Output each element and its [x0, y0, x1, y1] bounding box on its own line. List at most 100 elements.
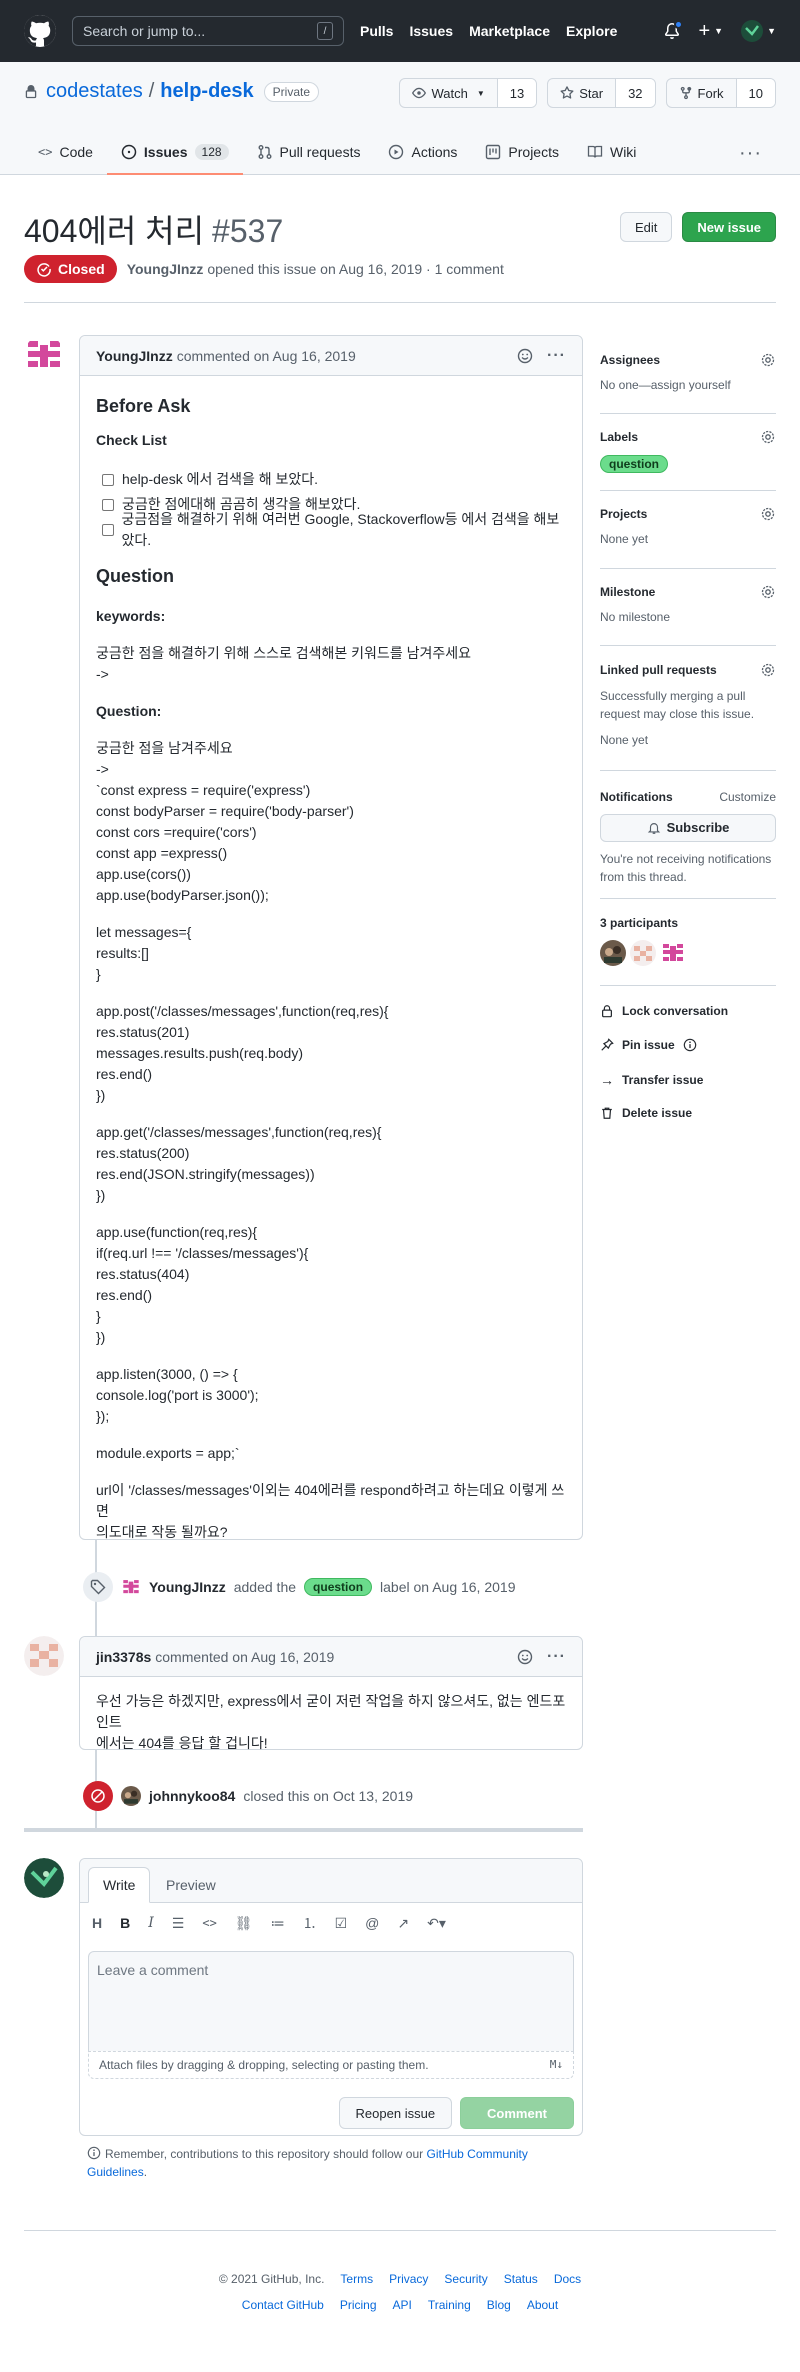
- gear-icon[interactable]: [760, 662, 776, 678]
- code-icon[interactable]: <>: [202, 1916, 216, 1930]
- comment-meta[interactable]: commented on Aug 16, 2019: [155, 1649, 334, 1665]
- comment-meta[interactable]: commented on Aug 16, 2019: [177, 348, 356, 364]
- event-text[interactable]: label on Aug 16, 2019: [380, 1579, 515, 1595]
- gear-icon[interactable]: [760, 506, 776, 522]
- gear-icon[interactable]: [760, 429, 776, 445]
- quote-icon[interactable]: ☰: [172, 1915, 185, 1932]
- event-actor-link[interactable]: YoungJInzz: [149, 1579, 226, 1595]
- more-tabs-icon[interactable]: ···: [739, 142, 762, 165]
- watch-button[interactable]: Watch ▼: [400, 79, 498, 107]
- tab-projects[interactable]: Projects: [471, 129, 573, 175]
- avatar-johnnykoo84[interactable]: [600, 940, 626, 966]
- star-count[interactable]: 32: [616, 79, 655, 107]
- footer-link-privacy[interactable]: Privacy: [389, 2272, 428, 2286]
- ordered-list-icon[interactable]: ⒈: [303, 1913, 317, 1933]
- markdown-icon[interactable]: M↓: [550, 2058, 563, 2072]
- nav-pulls[interactable]: Pulls: [360, 23, 393, 39]
- avatar-youngjinzz[interactable]: [24, 335, 64, 375]
- user-menu[interactable]: ▼: [741, 20, 776, 42]
- unordered-list-icon[interactable]: ≔: [271, 1915, 285, 1932]
- comment-author-link[interactable]: jin3378s: [96, 1649, 151, 1665]
- star-button[interactable]: Star: [548, 79, 617, 107]
- avatar-jin3378s[interactable]: [630, 940, 656, 966]
- text-line: console.log('port is 3000');: [96, 1387, 259, 1403]
- task-checkbox[interactable]: [102, 473, 114, 486]
- footer-link-blog[interactable]: Blog: [487, 2298, 511, 2312]
- footer-link-terms[interactable]: Terms: [340, 2272, 373, 2286]
- lock-conversation-link[interactable]: Lock conversation: [600, 1004, 728, 1018]
- tab-actions[interactable]: Actions: [374, 129, 471, 175]
- footer-link-docs[interactable]: Docs: [554, 2272, 581, 2286]
- watch-count[interactable]: 13: [497, 79, 537, 107]
- gear-icon[interactable]: [760, 352, 776, 368]
- edit-button[interactable]: Edit: [620, 212, 673, 242]
- tab-write[interactable]: Write: [88, 1867, 151, 1903]
- comment-button[interactable]: Comment: [460, 2097, 574, 2129]
- avatar-jin3378s[interactable]: [24, 1636, 64, 1676]
- kebab-menu-icon[interactable]: ···: [547, 347, 566, 365]
- guidelines-link[interactable]: Guidelines: [87, 2165, 144, 2179]
- assignees-value[interactable]: No one—assign yourself: [600, 378, 776, 392]
- mention-icon[interactable]: @: [365, 1915, 379, 1931]
- italic-icon[interactable]: I: [148, 1915, 154, 1931]
- smiley-icon[interactable]: [517, 348, 533, 364]
- task-checkbox[interactable]: [102, 498, 114, 511]
- repo-owner-link[interactable]: codestates: [46, 80, 143, 103]
- nav-issues[interactable]: Issues: [409, 23, 453, 39]
- avatar-johnnykoo84[interactable]: [121, 1786, 141, 1806]
- label-question[interactable]: question: [304, 1578, 373, 1596]
- link-icon[interactable]: ⛓: [235, 1915, 253, 1932]
- heading-icon[interactable]: H: [92, 1915, 102, 1931]
- avatar-youngjinzz-small[interactable]: [660, 940, 686, 966]
- nav-explore[interactable]: Explore: [566, 23, 617, 39]
- tab-preview[interactable]: Preview: [152, 1867, 230, 1903]
- fork-button[interactable]: Fork: [667, 79, 737, 107]
- label-question[interactable]: question: [600, 455, 668, 473]
- footer-link-contact[interactable]: Contact GitHub: [242, 2298, 324, 2312]
- reopen-issue-button[interactable]: Reopen issue: [338, 2097, 453, 2129]
- tab-issues[interactable]: Issues 128: [106, 129, 243, 175]
- avatar-current-user[interactable]: [24, 1858, 64, 1898]
- reply-icon[interactable]: ↶▾: [427, 1915, 446, 1932]
- footer-link-security[interactable]: Security: [444, 2272, 487, 2286]
- issue-author-link[interactable]: YoungJInzz: [127, 261, 204, 277]
- footer-link-api[interactable]: API: [393, 2298, 412, 2312]
- pin-issue-link[interactable]: Pin issue: [600, 1038, 697, 1052]
- footer-link-status[interactable]: Status: [504, 2272, 538, 2286]
- attach-files-bar[interactable]: Attach files by dragging & dropping, sel…: [88, 2051, 574, 2079]
- event-actor-link[interactable]: johnnykoo84: [149, 1788, 235, 1804]
- create-new-menu[interactable]: + ▼: [698, 21, 723, 41]
- kebab-menu-icon[interactable]: ···: [547, 1648, 566, 1666]
- transfer-issue-link[interactable]: → Transfer issue: [600, 1072, 703, 1088]
- new-issue-button[interactable]: New issue: [682, 212, 776, 242]
- tab-wiki[interactable]: Wiki: [573, 129, 650, 175]
- tab-pull-requests[interactable]: Pull requests: [243, 129, 375, 175]
- bold-icon[interactable]: B: [120, 1915, 130, 1931]
- subscribe-button[interactable]: Subscribe: [600, 814, 776, 842]
- search-input[interactable]: Search or jump to... /: [72, 16, 344, 46]
- community-link[interactable]: GitHub Community: [427, 2147, 528, 2161]
- event-text[interactable]: closed this on Oct 13, 2019: [243, 1788, 413, 1804]
- fork-count[interactable]: 10: [736, 79, 775, 107]
- delete-issue-link[interactable]: Delete issue: [600, 1106, 692, 1120]
- customize-link[interactable]: Customize: [719, 788, 776, 806]
- github-logo-icon[interactable]: [24, 15, 56, 47]
- text-line: const app =express(): [96, 845, 228, 861]
- cross-reference-icon[interactable]: ↗: [397, 1915, 409, 1932]
- tab-code[interactable]: <> Code: [24, 129, 107, 175]
- gear-icon[interactable]: [760, 584, 776, 600]
- footer-link-training[interactable]: Training: [428, 2298, 471, 2312]
- footer-link-pricing[interactable]: Pricing: [340, 2298, 377, 2312]
- comment-textarea[interactable]: Leave a comment: [88, 1951, 574, 2051]
- notifications-bell-icon[interactable]: [664, 20, 684, 39]
- comment-author-link[interactable]: YoungJInzz: [96, 348, 173, 364]
- projects-heading: Projects: [600, 507, 648, 521]
- task-checkbox[interactable]: [102, 523, 114, 536]
- task-list-icon[interactable]: ☑: [335, 1915, 348, 1932]
- avatar-youngjinzz-small[interactable]: [121, 1577, 141, 1597]
- footer-link-about[interactable]: About: [527, 2298, 558, 2312]
- info-icon[interactable]: [683, 1038, 697, 1052]
- nav-marketplace[interactable]: Marketplace: [469, 23, 550, 39]
- repo-name-link[interactable]: help-desk: [160, 80, 253, 103]
- smiley-icon[interactable]: [517, 1649, 533, 1665]
